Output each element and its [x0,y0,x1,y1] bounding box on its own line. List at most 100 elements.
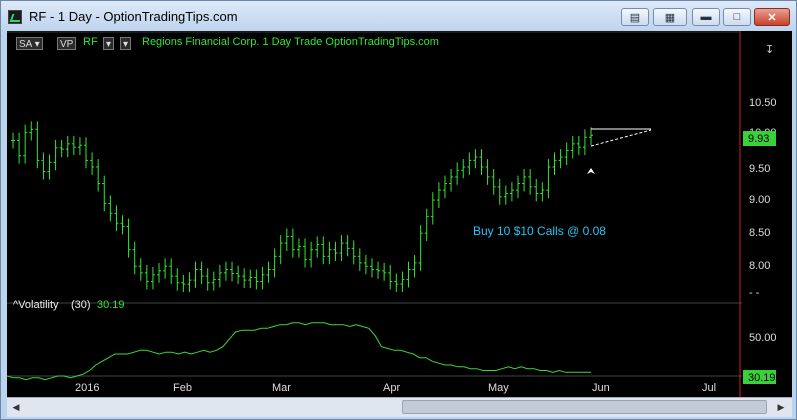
price-bar [223,261,228,281]
price-tick: 8.50 [749,227,770,239]
price-bar [150,266,155,290]
price-bar [53,139,58,171]
price-bar [528,168,533,195]
price-bar [169,258,174,285]
price-bar [382,262,387,281]
minimize-button[interactable]: ▬ [692,8,720,26]
price-bar [430,192,435,225]
time-label: Mar [272,382,291,394]
price-bar [534,178,539,202]
price-bar [175,268,180,291]
restore-link-button[interactable]: ▤ [621,8,649,26]
volatility-axis: 50.00 30.19 [743,332,777,384]
horizontal-scrollbar[interactable]: ◀ ▶ [7,397,792,417]
price-bar [515,175,520,199]
chart-app-icon [8,10,22,24]
price-bar [296,238,301,258]
price-bar [114,205,119,232]
minimize-icon: ▬ [700,11,712,23]
price-bar [29,121,34,141]
last-price-value: 9.93 [748,133,769,145]
chart-canvas[interactable]: 10.50 10.00 9.50 9.00 8.50 8.00 - - 9.93… [6,31,792,399]
price-bar [400,271,405,293]
time-axis: 2016 Feb Mar Apr May Jun Jul [75,382,716,394]
price-tick: 9.00 [749,194,770,206]
price-bar [242,268,247,289]
price-chart[interactable]: 10.50 10.00 9.50 9.00 8.50 8.00 - - 9.93… [6,31,792,399]
price-bar [71,135,76,156]
close-icon: ✕ [767,11,777,24]
time-label: Apr [383,382,400,394]
price-bar [59,139,64,158]
price-bar [339,235,344,261]
maximize-button[interactable]: □ [723,8,751,26]
volatility-period: (30) [71,299,91,311]
price-bar [17,132,22,164]
price-bar [266,261,271,283]
price-bar [345,235,350,257]
scroll-left-icon[interactable]: ◀ [9,400,23,414]
price-bar [570,135,575,159]
projection-line [590,129,652,147]
price-bar [132,241,137,275]
price-bar [309,241,314,268]
price-bar [449,168,454,192]
price-bar [485,159,490,185]
scroll-axis-icon[interactable]: ↧ [765,44,774,56]
price-bar [272,248,277,278]
price-bar [187,272,192,293]
price-bar [540,182,545,202]
link-icon: ▤ [629,11,641,24]
price-bar [90,152,95,175]
scrollbar-thumb[interactable] [402,400,767,414]
price-bar [455,162,460,185]
chart-window: RF - 1 Day - OptionTradingTips.com ▤ ▦ ▬… [0,0,797,420]
price-bars [11,121,593,293]
price-bar [47,154,52,180]
volatility-line [6,322,591,381]
price-tick: - - [749,287,760,299]
price-bar [351,240,356,265]
price-bar [315,236,320,258]
price-bar [260,266,265,290]
scroll-right-icon[interactable]: ▶ [774,400,788,414]
price-bar [199,261,204,285]
price-tick: 8.00 [749,260,770,272]
price-bar [406,261,411,288]
symbol-label: RF [83,36,98,48]
price-bar [65,135,70,158]
price-bar [278,235,283,265]
price-bar [363,254,368,275]
price-bar [582,129,587,156]
price-bar [552,152,557,175]
price-bar [558,149,563,169]
price-bar [479,149,484,175]
time-label: 2016 [75,382,99,394]
price-bar [41,152,46,180]
chart-description: Regions Financial Corp. 1 Day Trade Opti… [142,36,439,48]
volatility-value: 30.19 [97,299,125,311]
close-button[interactable]: ✕ [754,8,790,26]
study-button[interactable]: SA ▾ [16,37,43,50]
price-bar [84,137,89,169]
price-bar [394,273,399,293]
price-bar [436,182,441,209]
price-bar [376,261,381,279]
interval-dropdown-icon[interactable]: ▾ [120,37,131,50]
price-bar [236,265,241,285]
price-bar [369,258,374,278]
price-bar [193,261,198,289]
price-bar [23,124,28,164]
price-bar [333,241,338,261]
price-bar [357,248,362,271]
layout-button[interactable]: ▦ [653,8,687,26]
price-bar [327,241,332,265]
symbol-dropdown-icon[interactable]: ▾ [103,37,114,50]
price-bar [509,182,514,202]
price-bar [144,264,149,290]
entry-arrow-icon [587,168,595,174]
vp-button[interactable]: VP [57,37,77,50]
title-bar[interactable]: RF - 1 Day - OptionTradingTips.com ▤ ▦ ▬… [1,1,796,31]
price-bar [181,274,186,293]
price-bar [424,208,429,242]
